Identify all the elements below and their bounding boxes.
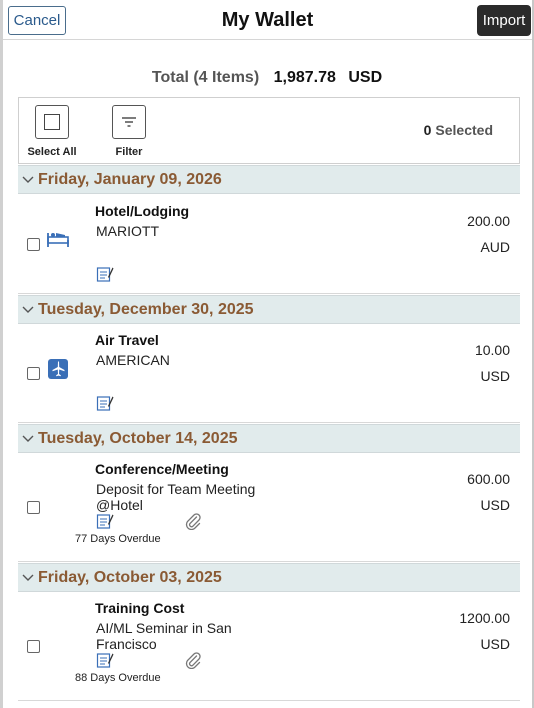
- date-group-header[interactable]: Tuesday, October 14, 2025: [18, 424, 520, 453]
- selected-count: 0 Selected: [424, 122, 493, 138]
- import-button[interactable]: Import: [477, 5, 531, 36]
- date-group-header[interactable]: Friday, October 03, 2025: [18, 563, 520, 592]
- item-amount: 600.00: [467, 471, 510, 487]
- selected-count-value: 0: [423, 122, 432, 138]
- edit-note-icon[interactable]: [96, 651, 114, 669]
- select-all-button[interactable]: [35, 105, 69, 139]
- filter-icon: [122, 117, 136, 127]
- filter-button[interactable]: [112, 105, 146, 139]
- chevron-down-icon[interactable]: [20, 172, 36, 188]
- chevron-down-icon[interactable]: [20, 570, 36, 586]
- airplane-icon: [48, 359, 68, 379]
- window-left-edge: [0, 0, 3, 708]
- item-description: AI/ML Seminar in San Francisco: [96, 620, 232, 652]
- wallet-toolbar: Select All Filter 0 Selected: [18, 97, 520, 164]
- page-title: My Wallet: [221, 9, 314, 31]
- paperclip-icon[interactable]: [184, 512, 202, 530]
- wallet-item[interactable]: Training Cost AI/ML Seminar in San Franc…: [18, 592, 520, 701]
- total-summary: Total (4 Items) 1,987.78 USD: [0, 69, 534, 87]
- group-date: Tuesday, December 30, 2025: [38, 300, 254, 318]
- overdue-label: 88 Days Overdue: [75, 672, 161, 684]
- select-all-label: Select All: [27, 146, 77, 158]
- wallet-item[interactable]: Hotel/Lodging MARIOTT 200.00 AUD: [18, 194, 520, 294]
- overdue-label: 77 Days Overdue: [75, 533, 161, 545]
- chevron-down-icon[interactable]: [20, 302, 36, 318]
- item-checkbox[interactable]: [27, 238, 40, 251]
- wallet-item[interactable]: Air Travel AMERICAN 10.00 USD: [18, 324, 520, 423]
- item-description: MARIOTT: [96, 223, 159, 239]
- filter-control[interactable]: Filter: [99, 105, 159, 158]
- chevron-down-icon[interactable]: [20, 431, 36, 447]
- select-all-control[interactable]: Select All: [22, 105, 82, 158]
- filter-label: Filter: [115, 146, 143, 158]
- group-date: Friday, October 03, 2025: [38, 568, 222, 586]
- item-type: Hotel/Lodging: [95, 203, 190, 219]
- paperclip-icon[interactable]: [184, 651, 202, 669]
- date-group-header[interactable]: Friday, January 09, 2026: [18, 165, 520, 194]
- item-amount: 200.00: [467, 213, 510, 229]
- group-date: Friday, January 09, 2026: [38, 170, 222, 188]
- item-type: Air Travel: [95, 332, 159, 348]
- edit-note-icon[interactable]: [96, 265, 114, 283]
- item-currency: AUD: [480, 239, 510, 255]
- total-amount: 1,987.78: [273, 69, 336, 86]
- item-currency: USD: [480, 636, 510, 652]
- bed-icon: [47, 233, 69, 247]
- selected-count-label: Selected: [435, 122, 493, 138]
- checkbox-icon: [44, 114, 60, 130]
- item-currency: USD: [480, 497, 510, 513]
- wallet-item[interactable]: Conference/Meeting Deposit for Team Meet…: [18, 453, 520, 562]
- item-amount: 10.00: [474, 342, 510, 358]
- header-bar: Cancel My Wallet Import: [3, 0, 532, 40]
- item-type: Conference/Meeting: [95, 461, 229, 477]
- item-amount: 1200.00: [459, 610, 510, 626]
- total-label: Total (4 Items): [151, 69, 260, 86]
- item-checkbox[interactable]: [27, 640, 40, 653]
- item-checkbox[interactable]: [27, 367, 40, 380]
- item-type: Training Cost: [95, 600, 185, 616]
- group-date: Tuesday, October 14, 2025: [38, 429, 238, 447]
- item-checkbox[interactable]: [27, 501, 40, 514]
- item-description: AMERICAN: [96, 352, 170, 368]
- date-group-header[interactable]: Tuesday, December 30, 2025: [18, 295, 520, 324]
- total-currency: USD: [348, 69, 383, 86]
- edit-note-icon[interactable]: [96, 394, 114, 412]
- item-currency: USD: [480, 368, 510, 384]
- item-description: Deposit for Team Meeting @Hotel: [96, 481, 256, 513]
- edit-note-icon[interactable]: [96, 512, 114, 530]
